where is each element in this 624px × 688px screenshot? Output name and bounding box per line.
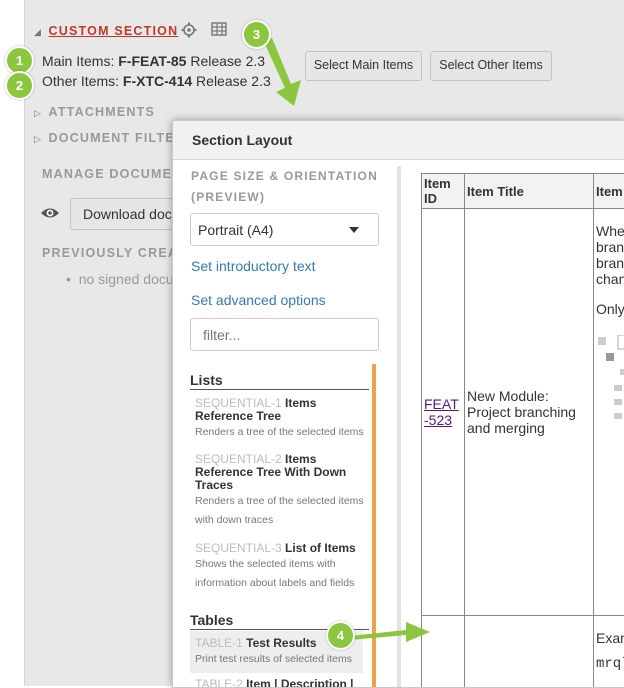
step-badge-2: 2 — [5, 71, 34, 100]
arrow-icon — [264, 38, 301, 106]
arrow-icon — [350, 622, 430, 642]
step-badge-4: 4 — [326, 621, 355, 650]
annotation-arrows — [0, 0, 624, 686]
step-badge-3: 3 — [242, 20, 271, 49]
